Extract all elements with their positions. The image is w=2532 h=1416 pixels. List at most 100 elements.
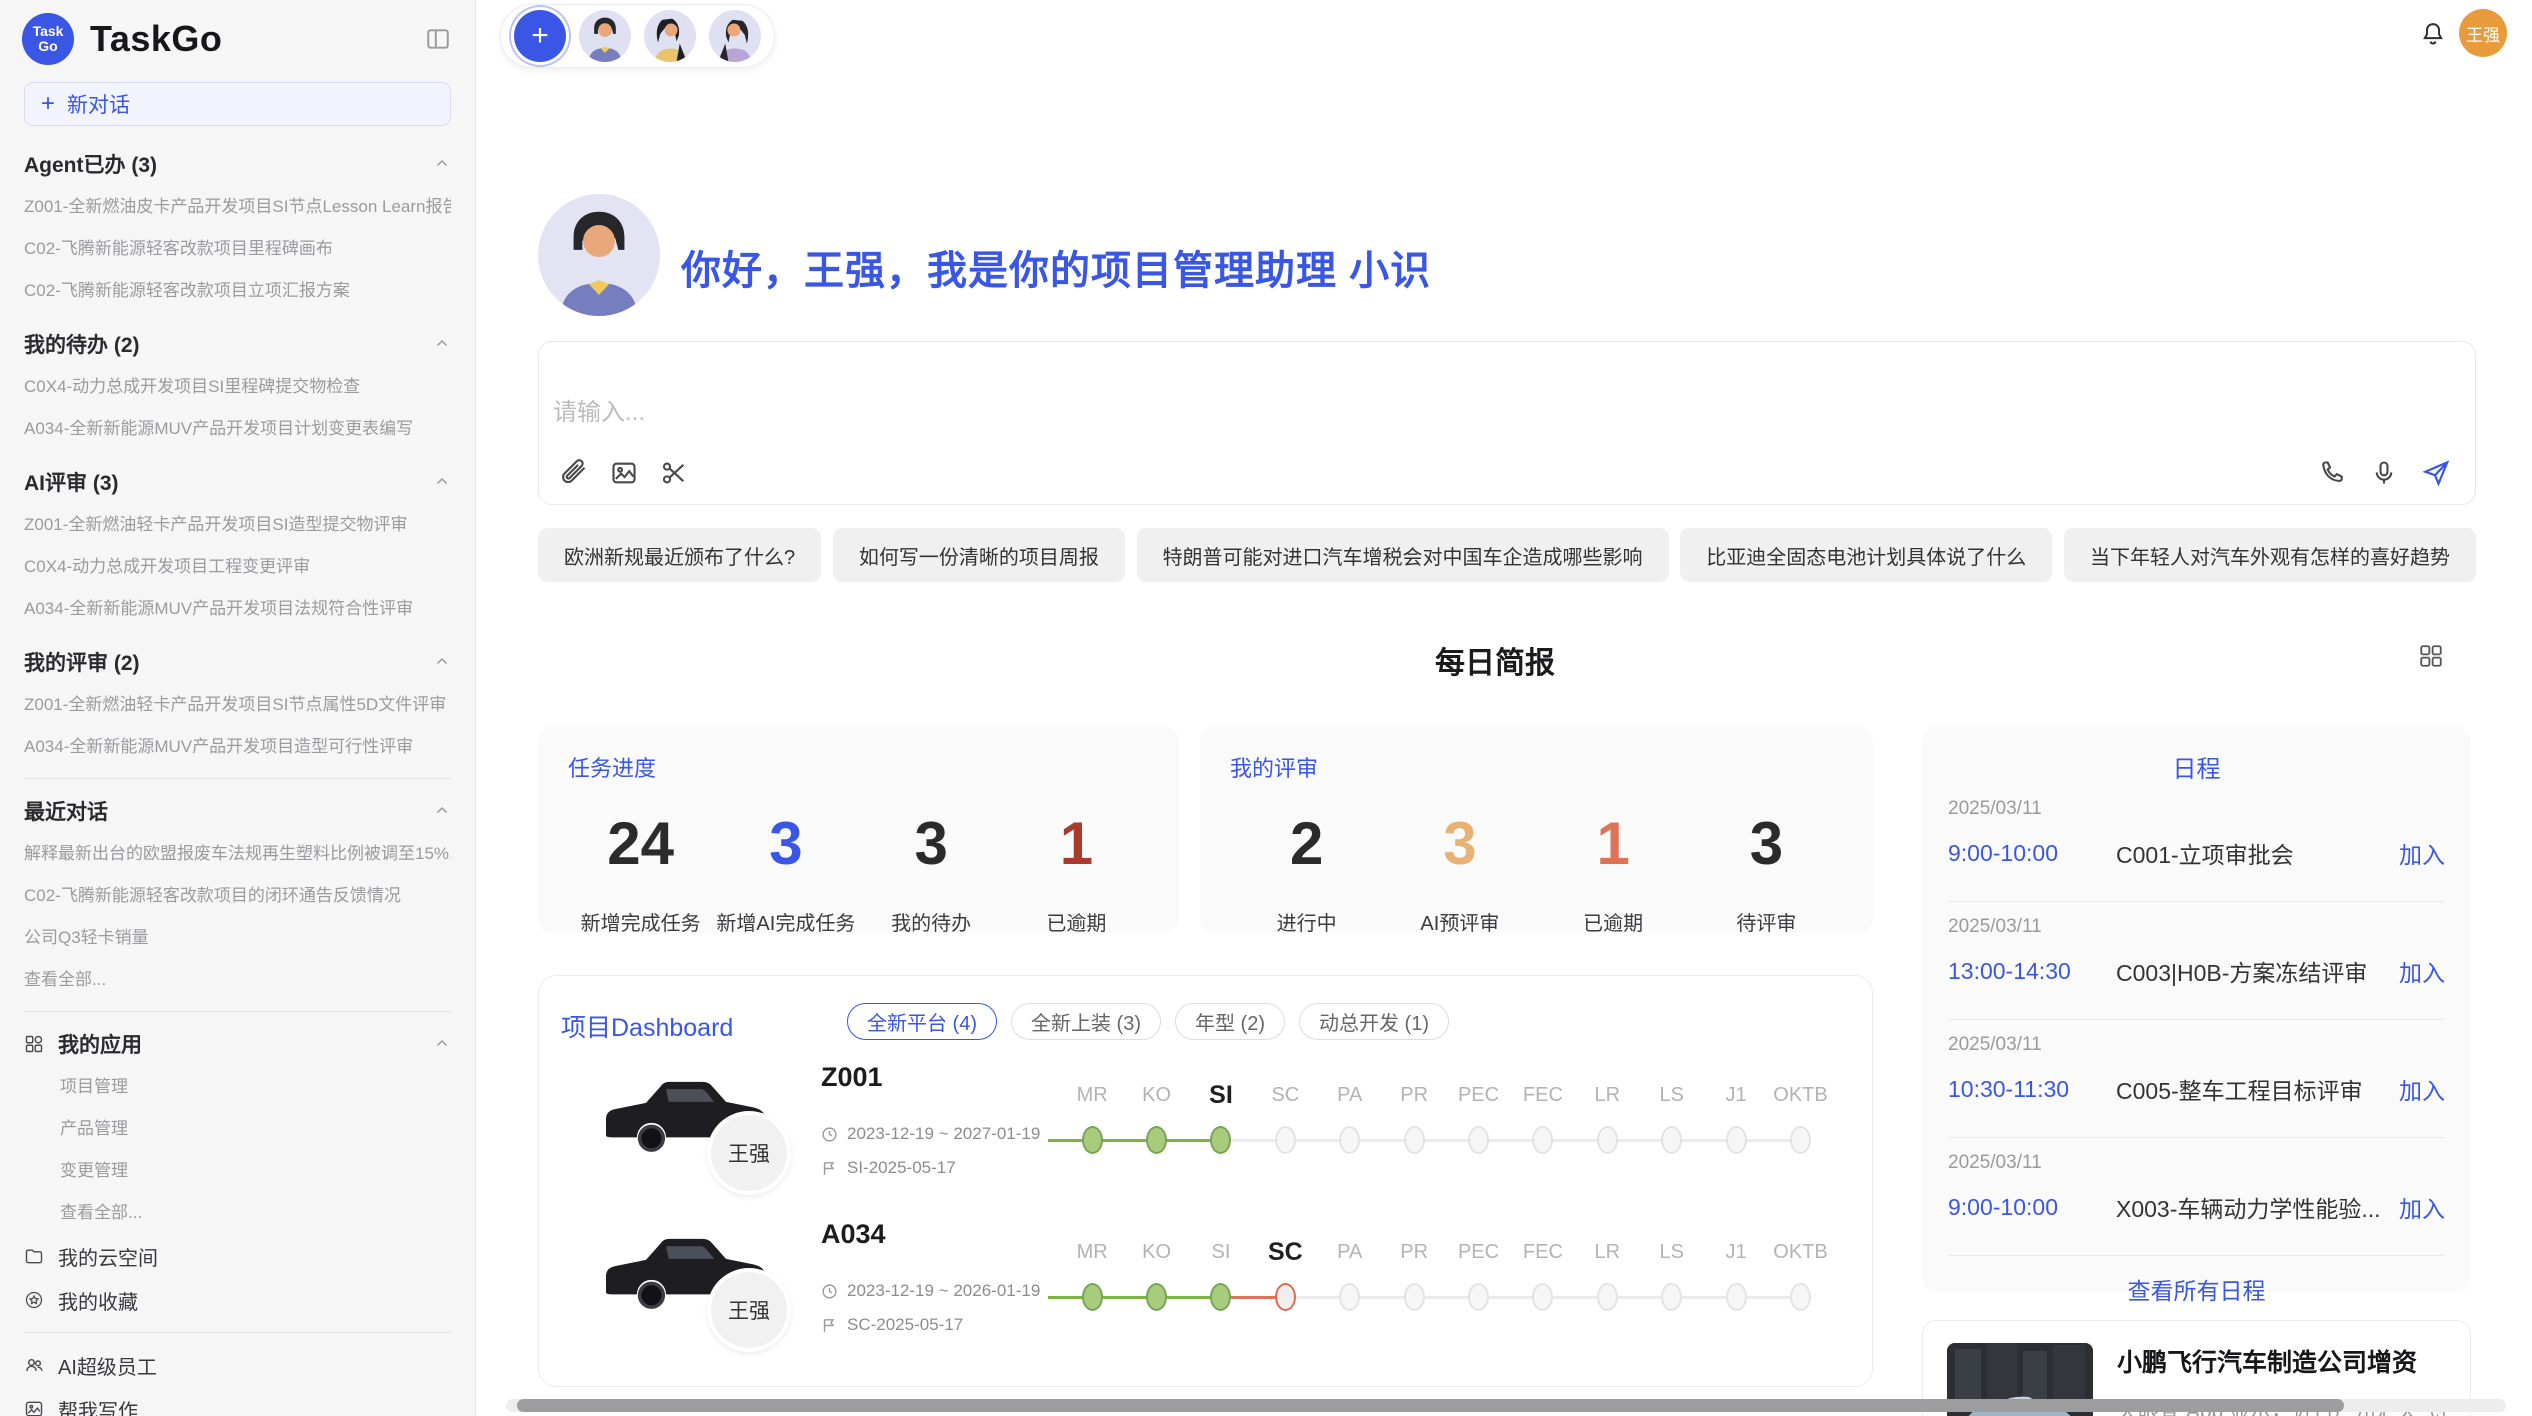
view-all-schedule-link[interactable]: 查看所有日程 bbox=[1948, 1272, 2445, 1306]
milestone-dot bbox=[1661, 1126, 1682, 1154]
stat-label: 已逾期 bbox=[1004, 907, 1149, 936]
chevron-up-icon[interactable] bbox=[433, 473, 451, 491]
sidebar-item[interactable]: C0X4-动力总成开发项目工程变更评审 bbox=[24, 546, 451, 588]
project-dates: 2023-12-19 ~ 2026-01-19 bbox=[821, 1281, 1040, 1301]
stat: 1 已逾期 bbox=[1537, 809, 1690, 936]
schedule-time: 9:00-10:00 bbox=[1948, 1194, 2116, 1221]
sidebar-item-ai-staff[interactable]: AI超级员工 bbox=[24, 1343, 451, 1387]
flag-icon bbox=[821, 1160, 838, 1177]
join-link[interactable]: 加入 bbox=[2399, 836, 2445, 870]
milestone-station: LR bbox=[1575, 1239, 1639, 1311]
milestone-station: PEC bbox=[1446, 1082, 1510, 1154]
sidebar-scroll: Agent已办 (3) Z001-全新燃油皮卡产品开发项目SI节点Lesson … bbox=[0, 126, 475, 1416]
milestone-station: PA bbox=[1318, 1239, 1382, 1311]
agent-avatar-2[interactable] bbox=[644, 10, 696, 62]
app-logo: Task Go bbox=[22, 13, 74, 65]
dashboard-filter-tab[interactable]: 全新上装 (3) bbox=[1011, 1003, 1161, 1040]
send-icon[interactable] bbox=[2421, 458, 2451, 488]
dashboard-filter-tab[interactable]: 全新平台 (4) bbox=[847, 1003, 997, 1040]
sidebar-item-my-apps[interactable]: 我的应用 bbox=[24, 1022, 451, 1066]
chevron-up-icon[interactable] bbox=[433, 802, 451, 820]
sidebar-item[interactable]: 产品管理 bbox=[24, 1108, 451, 1150]
sidebar-section-header[interactable]: 我的评审 (2) bbox=[24, 640, 451, 684]
sidebar-item[interactable]: Z001-全新燃油轻卡产品开发项目SI节点属性5D文件评审 bbox=[24, 684, 451, 726]
recent-section-header[interactable]: 最近对话 bbox=[24, 789, 451, 833]
attach-file-icon[interactable] bbox=[559, 458, 589, 488]
new-chat-label: 新对话 bbox=[67, 89, 130, 119]
screenshot-scissors-icon[interactable] bbox=[659, 458, 689, 488]
agent-avatar-1[interactable] bbox=[579, 10, 631, 62]
chevron-up-icon[interactable] bbox=[433, 653, 451, 671]
milestone-label: LS bbox=[1640, 1082, 1704, 1108]
milestone-station: SI bbox=[1189, 1082, 1253, 1154]
milestone-station: PEC bbox=[1446, 1239, 1510, 1311]
join-link[interactable]: 加入 bbox=[2399, 1190, 2445, 1224]
voice-call-icon[interactable] bbox=[2317, 458, 2347, 488]
milestone-dot bbox=[1210, 1283, 1231, 1311]
suggestion-chip[interactable]: 当下年轻人对汽车外观有怎样的喜好趋势 bbox=[2064, 528, 2476, 582]
sidebar-section-items: Z001-全新燃油轻卡产品开发项目SI造型提交物评审C0X4-动力总成开发项目工… bbox=[24, 504, 451, 630]
sidebar-item[interactable]: 变更管理 bbox=[24, 1150, 451, 1192]
sidebar-item[interactable]: C02-飞腾新能源轻客改款项目的闭环通告反馈情况 bbox=[24, 875, 451, 917]
milestone-label: MR bbox=[1060, 1239, 1124, 1265]
suggestion-chip[interactable]: 欧洲新规最近颁布了什么? bbox=[538, 528, 821, 582]
sidebar-item[interactable]: C02-飞腾新能源轻客改款项目里程碑画布 bbox=[24, 228, 451, 270]
agent-avatar-3[interactable] bbox=[709, 10, 761, 62]
briefing-stat-card: 任务进度 24 新增完成任务 3 新增AI完成任务 3 我的待办 1 已逾期 bbox=[538, 727, 1179, 933]
sidebar-item-write-for-me[interactable]: 帮我写作 bbox=[24, 1387, 451, 1416]
join-link[interactable]: 加入 bbox=[2399, 954, 2445, 988]
sidebar-item[interactable]: C0X4-动力总成开发项目SI里程碑提交物检查 bbox=[24, 366, 451, 408]
sidebar-item[interactable]: 公司Q3轻卡销量 bbox=[24, 917, 451, 959]
suggestion-chip[interactable]: 如何写一份清晰的项目周报 bbox=[833, 528, 1125, 582]
dashboard-filter-tab[interactable]: 动总开发 (1) bbox=[1299, 1003, 1449, 1040]
milestone-dot bbox=[1339, 1126, 1360, 1154]
sidebar-item[interactable]: A034-全新新能源MUV产品开发项目造型可行性评审 bbox=[24, 726, 451, 768]
project-row[interactable]: 王强 A034 2023-12-19 ~ 2026-01-19 SC-2025-… bbox=[539, 1203, 1873, 1360]
chevron-up-icon[interactable] bbox=[433, 1035, 451, 1053]
sidebar-item-cloud-space[interactable]: 我的云空间 bbox=[24, 1234, 451, 1278]
stat-value: 3 bbox=[1690, 809, 1843, 879]
briefing-stat-card: 我的评审 2 进行中 3 AI预评审 1 已逾期 3 待评审 bbox=[1200, 727, 1873, 933]
milestone-label: PR bbox=[1382, 1239, 1446, 1265]
milestone-station: LR bbox=[1575, 1082, 1639, 1154]
horizontal-scrollbar-thumb[interactable] bbox=[517, 1399, 2344, 1412]
chevron-up-icon[interactable] bbox=[433, 335, 451, 353]
sidebar-item[interactable]: A034-全新新能源MUV产品开发项目法规符合性评审 bbox=[24, 588, 451, 630]
sidebar-section: Agent已办 (3) Z001-全新燃油皮卡产品开发项目SI节点Lesson … bbox=[24, 142, 451, 312]
join-link[interactable]: 加入 bbox=[2399, 1072, 2445, 1106]
sidebar-section-header[interactable]: AI评审 (3) bbox=[24, 460, 451, 504]
microphone-icon[interactable] bbox=[2369, 458, 2399, 488]
insert-image-icon[interactable] bbox=[609, 458, 639, 488]
add-agent-button[interactable]: + bbox=[514, 10, 566, 62]
layout-grid-icon[interactable] bbox=[2418, 643, 2444, 669]
sidebar-item[interactable]: 查看全部... bbox=[24, 1192, 451, 1234]
sidebar-item[interactable]: Z001-全新燃油轻卡产品开发项目SI造型提交物评审 bbox=[24, 504, 451, 546]
sidebar-item-favorites[interactable]: 我的收藏 bbox=[24, 1278, 451, 1322]
milestone-dot bbox=[1790, 1126, 1811, 1154]
sidebar-item[interactable]: 解释最新出台的欧盟报废车法规再生塑料比例被调至15%... bbox=[24, 833, 451, 875]
greeting-text: 你好，王强，我是你的项目管理助理 小识 bbox=[681, 238, 1431, 296]
dashboard-filter-tab[interactable]: 年型 (2) bbox=[1175, 1003, 1285, 1040]
sidebar-section-header[interactable]: 我的待办 (2) bbox=[24, 322, 451, 366]
project-row[interactable]: 王强 Z001 2023-12-19 ~ 2027-01-19 SI-2025-… bbox=[539, 1046, 1873, 1203]
chevron-up-icon[interactable] bbox=[433, 155, 451, 173]
milestone-dot bbox=[1146, 1126, 1167, 1154]
user-avatar[interactable]: 王强 bbox=[2459, 9, 2507, 57]
sidebar-item[interactable]: C02-飞腾新能源轻客改款项目立项汇报方案 bbox=[24, 270, 451, 312]
sidebar-item[interactable]: A034-全新新能源MUV产品开发项目计划变更表编写 bbox=[24, 408, 451, 450]
milestone-dot bbox=[1082, 1283, 1103, 1311]
sidebar-section-header[interactable]: Agent已办 (3) bbox=[24, 142, 451, 186]
sidebar-section-items: C0X4-动力总成开发项目SI里程碑提交物检查A034-全新新能源MUV产品开发… bbox=[24, 366, 451, 450]
stat-label: 已逾期 bbox=[1537, 907, 1690, 936]
sidebar-item[interactable]: 项目管理 bbox=[24, 1066, 451, 1108]
suggestion-chip[interactable]: 比亚迪全固态电池计划具体说了什么 bbox=[1680, 528, 2052, 582]
sidebar-collapse-icon[interactable] bbox=[423, 24, 453, 54]
message-input[interactable] bbox=[553, 392, 2253, 456]
new-chat-button[interactable]: + 新对话 bbox=[24, 82, 451, 126]
recent-view-all-link[interactable]: 查看全部... bbox=[24, 959, 451, 1001]
notification-bell-icon[interactable] bbox=[2419, 20, 2447, 48]
assistant-avatar bbox=[538, 194, 660, 316]
agent-avatar-pill: + bbox=[500, 4, 775, 68]
suggestion-chip[interactable]: 特朗普可能对进口汽车增税会对中国车企造成哪些影响 bbox=[1137, 528, 1669, 582]
sidebar-item[interactable]: Z001-全新燃油皮卡产品开发项目SI节点Lesson Learn报告 bbox=[24, 186, 451, 228]
